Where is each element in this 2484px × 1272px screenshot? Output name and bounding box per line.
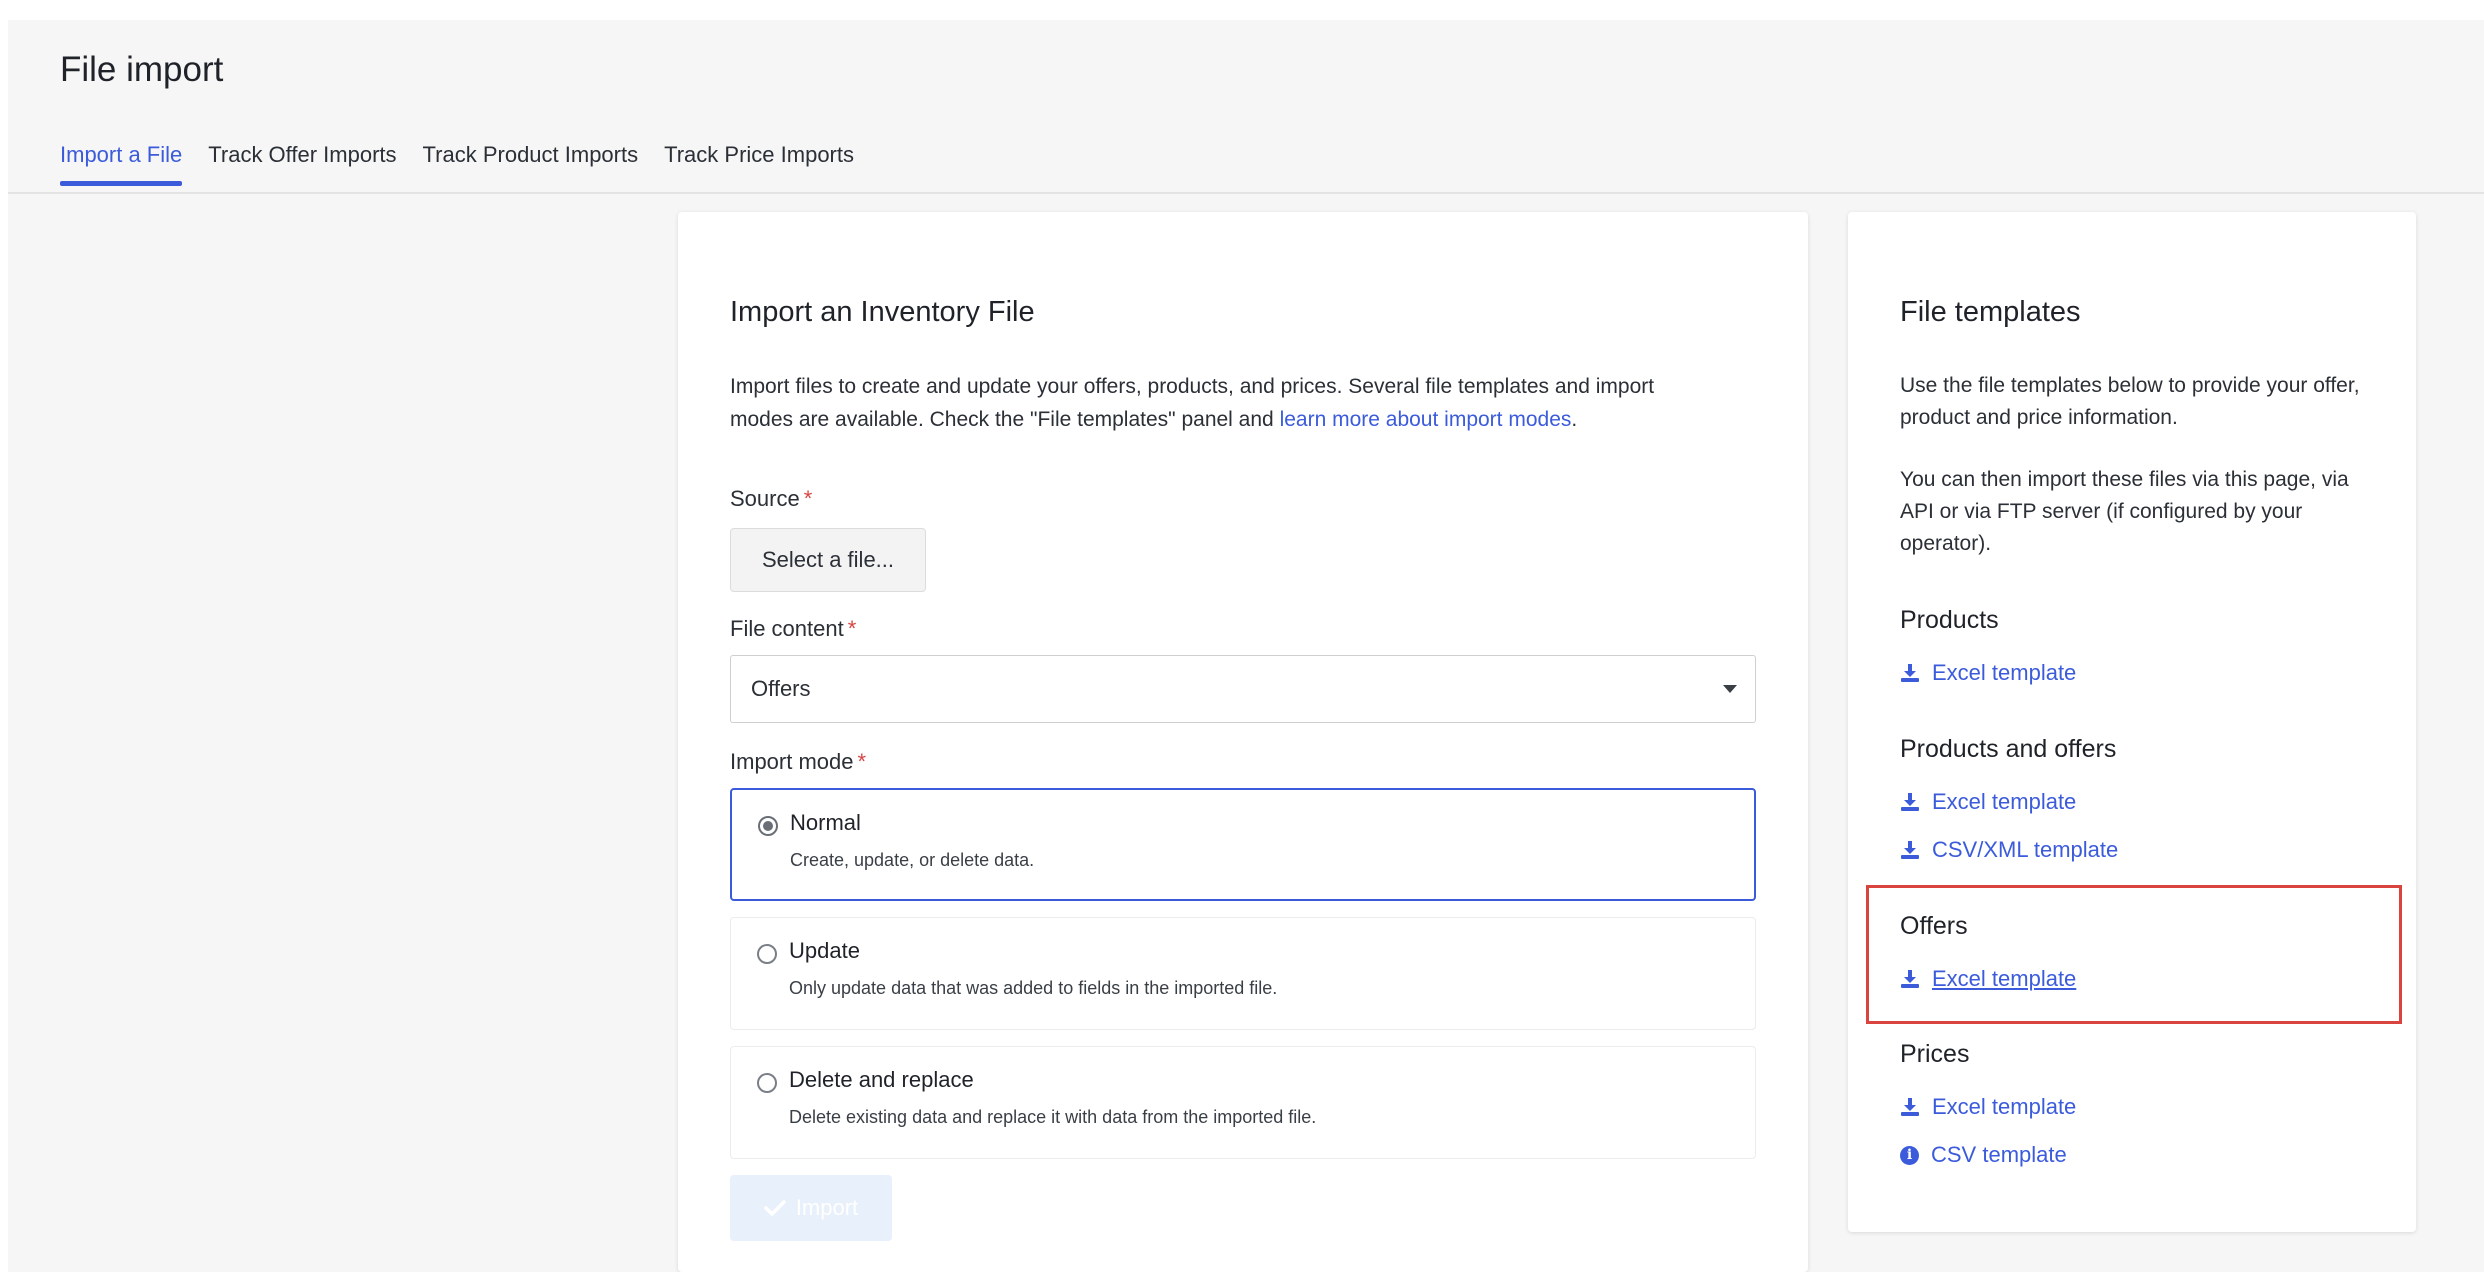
tab-track-product-imports[interactable]: Track Product Imports — [423, 142, 639, 186]
tab-import-a-file[interactable]: Import a File — [60, 142, 183, 186]
import-description-period: . — [1571, 408, 1578, 431]
source-label: Source * — [730, 486, 812, 512]
download-icon — [1901, 1098, 1919, 1116]
tab-track-offer-imports[interactable]: Track Offer Imports — [208, 142, 396, 186]
file-content-label: File content * — [730, 616, 856, 642]
template-link-label: Excel template — [1932, 966, 2077, 991]
file-templates-heading: File templates — [1900, 296, 2081, 328]
file-templates-description-2: You can then import these files via this… — [1900, 468, 2349, 555]
file-templates-card: File templates Use the file templates be… — [1848, 212, 2416, 1232]
offers-excel-template-link[interactable]: Excel template — [1900, 966, 2076, 992]
download-icon — [1901, 664, 1919, 682]
tab-bar: Import a File Track Offer Imports Track … — [60, 142, 880, 186]
prices-csv-template-link[interactable]: i CSV template — [1900, 1142, 2067, 1168]
file-content-label-text: File content — [730, 616, 844, 641]
template-link-label: Excel template — [1932, 660, 2077, 685]
radio-selected-icon[interactable] — [758, 816, 778, 836]
products-section-title: Products — [1900, 606, 1999, 634]
import-description-text: modes are available. Check the "File tem… — [730, 408, 1280, 431]
import-mode-title: Update — [789, 938, 860, 963]
source-label-text: Source — [730, 486, 800, 511]
radio-icon[interactable] — [757, 1073, 777, 1093]
template-link-label: Excel template — [1932, 789, 2077, 814]
import-button[interactable]: Import — [730, 1175, 892, 1241]
page-title: File import — [60, 50, 224, 89]
file-content-value: Offers — [751, 676, 811, 701]
learn-import-modes-link[interactable]: learn more about import modes — [1280, 408, 1572, 431]
template-link-label: CSV template — [1931, 1142, 2067, 1167]
file-templates-description-1: Use the file templates below to provide … — [1900, 374, 2360, 429]
file-content-select[interactable]: Offers — [730, 655, 1756, 723]
tab-track-price-imports[interactable]: Track Price Imports — [664, 142, 854, 186]
prices-excel-template-link[interactable]: Excel template — [1900, 1094, 2076, 1120]
import-mode-description: Create, update, or delete data. — [790, 850, 1035, 870]
products-excel-template-link[interactable]: Excel template — [1900, 660, 2076, 686]
import-card-heading: Import an Inventory File — [730, 296, 1035, 328]
required-marker: * — [847, 616, 857, 641]
import-mode-update-option[interactable]: Update Only update data that was added t… — [730, 917, 1756, 1030]
import-button-label: Import — [795, 1195, 859, 1220]
import-mode-label: Import mode * — [730, 749, 866, 775]
import-mode-normal-option[interactable]: Normal Create, update, or delete data. — [730, 788, 1756, 901]
import-mode-label-text: Import mode — [730, 749, 854, 774]
import-description-line-2: modes are available. Check the "File tem… — [730, 403, 1770, 436]
import-description-line-1: Import files to create and update your o… — [730, 375, 1655, 398]
check-icon — [764, 1200, 786, 1216]
import-description: Import files to create and update your o… — [730, 370, 1770, 436]
select-file-button[interactable]: Select a file... — [730, 528, 926, 592]
chevron-down-icon — [1723, 685, 1737, 693]
download-icon — [1901, 793, 1919, 811]
required-marker: * — [857, 749, 867, 774]
products-offers-excel-template-link[interactable]: Excel template — [1900, 789, 2076, 815]
products-offers-section-title: Products and offers — [1900, 735, 2117, 763]
offers-section-title: Offers — [1900, 912, 1968, 940]
download-icon — [1901, 841, 1919, 859]
required-marker: * — [803, 486, 813, 511]
import-card: Import an Inventory File Import files to… — [678, 212, 1808, 1272]
template-link-label: Excel template — [1932, 1094, 2077, 1119]
products-offers-csv-xml-template-link[interactable]: CSV/XML template — [1900, 837, 2118, 863]
radio-icon[interactable] — [757, 944, 777, 964]
import-mode-title: Delete and replace — [789, 1067, 974, 1092]
prices-section-title: Prices — [1900, 1040, 1970, 1068]
import-mode-title: Normal — [790, 810, 861, 835]
info-icon: i — [1900, 1145, 1919, 1165]
template-link-label: CSV/XML template — [1932, 837, 2119, 862]
download-icon — [1901, 970, 1919, 988]
import-mode-description: Delete existing data and replace it with… — [789, 1107, 1317, 1127]
tabs-divider — [8, 192, 2484, 194]
import-mode-delete-replace-option[interactable]: Delete and replace Delete existing data … — [730, 1046, 1756, 1159]
import-mode-description: Only update data that was added to field… — [789, 978, 1278, 998]
